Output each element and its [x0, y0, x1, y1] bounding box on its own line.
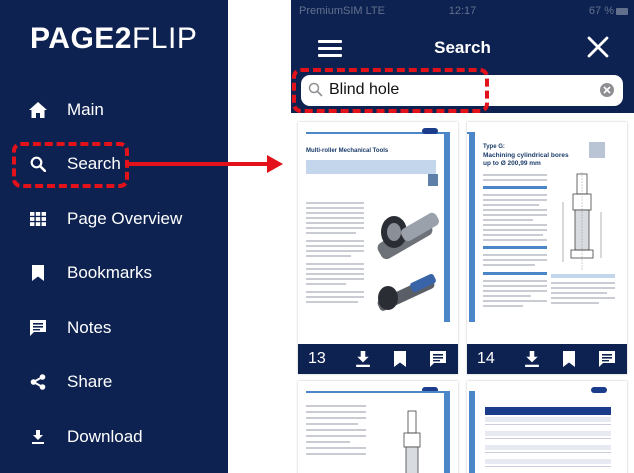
- clear-search-button[interactable]: [600, 83, 614, 97]
- download-icon[interactable]: [525, 351, 541, 367]
- notes-icon[interactable]: [599, 351, 615, 367]
- arrow-head-icon: [267, 155, 283, 173]
- menu-item-share[interactable]: Share: [28, 367, 218, 397]
- bookmark-icon[interactable]: [394, 351, 410, 367]
- share-icon: [28, 372, 48, 392]
- app-logo: PAGE2FLIP: [30, 22, 197, 56]
- bookmark-icon[interactable]: [563, 351, 579, 367]
- result-card-3[interactable]: [298, 381, 458, 473]
- status-bar: PremiumSIM LTE 12:17 67 %: [291, 0, 634, 24]
- page-number: 13: [308, 350, 326, 367]
- menu-item-download[interactable]: Download: [28, 422, 218, 452]
- card-toolbar: 14: [467, 344, 627, 374]
- doc-subtitle-2: up to Ø 200,99 mm: [483, 160, 541, 167]
- page-thumbnail[interactable]: Type G: Machining cylindrical bores up t…: [467, 122, 627, 344]
- logo-text-light: FLIP: [131, 22, 198, 55]
- side-menu: PAGE2FLIP Main Search Page Overview Book…: [0, 0, 228, 473]
- result-card-4[interactable]: [467, 381, 627, 473]
- status-battery: 67 %: [588, 5, 614, 17]
- notes-icon[interactable]: [430, 351, 446, 367]
- home-icon: [28, 100, 48, 120]
- menu-item-label: Download: [67, 427, 143, 446]
- clear-icon: [603, 86, 611, 94]
- bookmark-icon: [28, 263, 48, 283]
- page-thumbnail[interactable]: [298, 381, 458, 473]
- close-button[interactable]: [587, 36, 611, 60]
- doc-title: Type G:: [483, 144, 505, 150]
- menu-item-main[interactable]: Main: [28, 95, 218, 125]
- grid-icon: [28, 209, 48, 229]
- page-number: 14: [477, 350, 495, 367]
- menu-item-label: Page Overview: [67, 209, 183, 228]
- pointer-arrow: [129, 162, 269, 166]
- logo-text-bold: PAGE2: [30, 22, 132, 55]
- menu-item-bookmarks[interactable]: Bookmarks: [28, 258, 218, 288]
- doc-title: Multi-roller Mechanical Tools: [306, 148, 389, 154]
- download-icon: [28, 427, 48, 447]
- download-icon[interactable]: [356, 351, 372, 367]
- search-field-highlight: [292, 68, 489, 113]
- technical-drawing: [562, 172, 602, 270]
- close-icon: [587, 36, 609, 58]
- menu-item-label: Bookmarks: [67, 263, 153, 282]
- doc-subtitle: Machining cylindrical bores: [483, 152, 569, 159]
- menu-item-page-overview[interactable]: Page Overview: [28, 204, 218, 234]
- menu-item-notes[interactable]: Notes: [28, 313, 218, 343]
- battery-icon: [616, 8, 628, 15]
- menu-item-label: Main: [67, 100, 104, 119]
- page-title: Search: [434, 38, 491, 57]
- status-time: 12:17: [448, 5, 477, 17]
- page-thumbnail[interactable]: [467, 381, 627, 473]
- menu-item-label: Share: [67, 372, 113, 391]
- page-thumbnail[interactable]: Multi-roller Mechanical Tools: [298, 122, 458, 344]
- notes-icon: [28, 318, 48, 338]
- menu-item-label: Notes: [67, 318, 112, 337]
- search-menu-highlight: [12, 142, 129, 188]
- tool-photo: [377, 212, 439, 311]
- result-card-13[interactable]: Multi-roller Mechanical Tools 13: [298, 122, 458, 374]
- technical-drawing: [403, 410, 421, 473]
- card-toolbar: 13: [298, 344, 458, 374]
- result-card-14[interactable]: Type G: Machining cylindrical bores up t…: [467, 122, 627, 374]
